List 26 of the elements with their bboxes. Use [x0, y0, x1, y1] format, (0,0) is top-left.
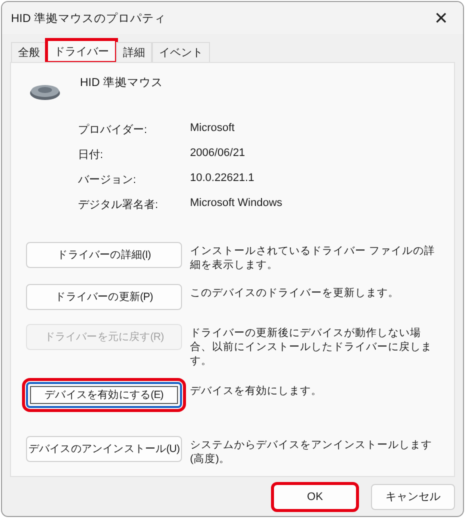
action-description: インストールされているドライバー ファイルの詳細を表示します。 — [190, 244, 436, 272]
action-button[interactable]: デバイスのアンインストール(U) — [26, 436, 182, 462]
action-description: このデバイスのドライバーを更新します。 — [190, 286, 400, 300]
dialog-button[interactable]: OK — [273, 484, 357, 510]
action-description: システムからデバイスをアンインストールします (高度)。 — [190, 438, 433, 466]
property-label: 日付: — [78, 148, 104, 162]
tab[interactable]: ドライバー — [47, 40, 116, 62]
action-button[interactable]: ドライバーの詳細(I) — [26, 242, 182, 268]
property-label: デジタル署名者: — [78, 198, 160, 212]
property-label: プロバイダー: — [78, 122, 148, 137]
property-value: 2006/06/21 — [190, 147, 246, 161]
device-name: HID 準拠マウス — [80, 76, 163, 90]
property-label: バージョン: — [78, 173, 138, 187]
action-description: ドライバーの更新後にデバイスが動作しない場合、以前にインストールしたドライバーに戻します。 — [190, 326, 433, 368]
property-value: 10.0.22621.1 — [190, 172, 256, 186]
tab[interactable]: 詳細 — [116, 42, 152, 62]
dialog-button[interactable]: キャンセル — [371, 484, 455, 510]
close-button[interactable]: ✕ — [419, 2, 463, 34]
property-value: Microsoft Windows — [190, 197, 284, 211]
mouse-icon — [28, 82, 62, 102]
window-title: HID 準拠マウスのプロパティ — [11, 11, 166, 26]
tab[interactable]: イベント — [152, 42, 210, 62]
action-button[interactable]: ドライバーの更新(P) — [26, 284, 182, 310]
action-description: デバイスを有効にします。 — [190, 384, 323, 398]
property-value: Microsoft — [190, 122, 236, 136]
tab[interactable]: 全般 — [11, 42, 47, 62]
